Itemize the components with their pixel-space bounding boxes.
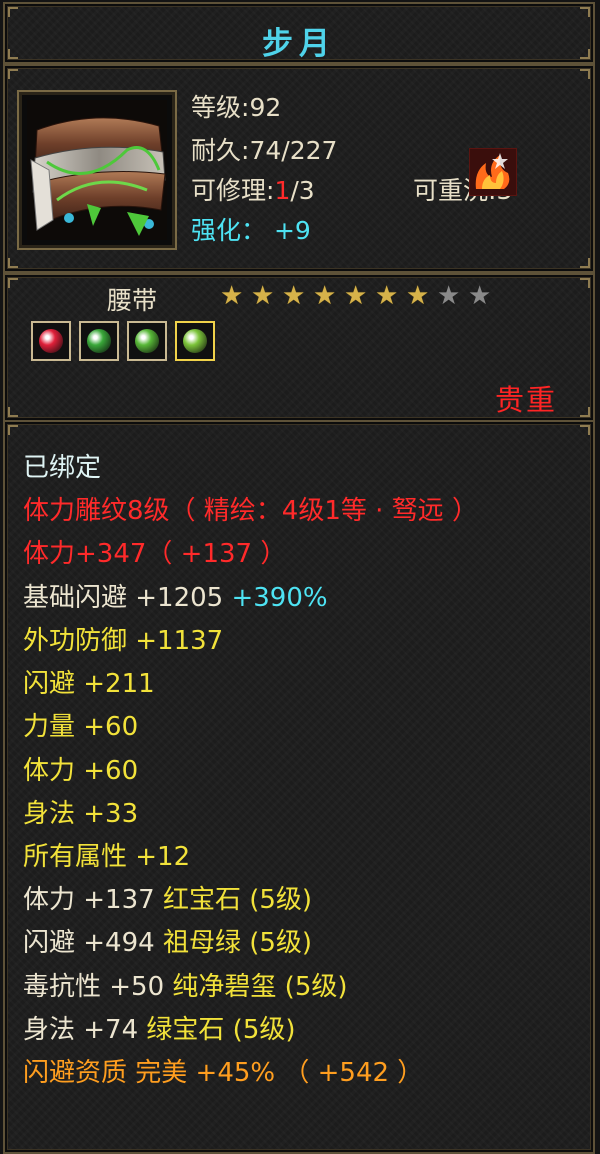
item-type: 腰带	[107, 286, 158, 315]
frame-corner	[580, 258, 590, 268]
attribute-panel: 已绑定 体力雕纹8级（ 精绘：4级1等 · 驽远 ） 体力+347（ +137 …	[3, 420, 595, 1154]
engrave-line: 体力雕纹8级（ 精绘：4级1等 · 驽远 ）	[23, 496, 478, 526]
gem-stat-name: 红宝石 (5级)	[162, 885, 313, 915]
item-type-panel: 腰带 ★ ★ ★ ★ ★ ★ ★ ★ ★ 贵重	[3, 273, 595, 422]
star-empty-icon: ★	[437, 281, 461, 311]
gem-stat-name: 祖母绿 (5级)	[162, 928, 313, 958]
durability-label: 耐久	[191, 136, 242, 165]
agility-line: 身法 +33	[23, 799, 139, 829]
gem-stat-value: 身法 +74	[23, 1015, 147, 1045]
frame-corner	[580, 69, 590, 79]
enhance-line: 强化： +9	[191, 211, 311, 247]
stamina-total-line: 体力+347（ +137 ）	[23, 539, 287, 569]
base-dodge-percent: +390%	[231, 583, 328, 613]
star-filled-icon: ★	[344, 281, 368, 311]
stamina-line: 体力 +60	[23, 756, 139, 786]
star-filled-icon: ★	[375, 281, 399, 311]
frame-corner	[580, 7, 590, 17]
gem-stat-line: 体力 +137 红宝石 (5级)	[23, 884, 312, 916]
quality-label: 贵重	[494, 383, 557, 417]
item-icon-frame[interactable]	[17, 90, 177, 250]
gem-slot[interactable]	[79, 321, 119, 361]
all-attributes-line: 所有属性 +12	[23, 842, 191, 872]
star-filled-icon: ★	[406, 281, 430, 311]
dodge-line: 闪避 +211	[23, 669, 155, 699]
outer-defense-line: 外功防御 +1137	[23, 626, 224, 656]
gem-stat-value: 毒抗性 +50	[23, 972, 173, 1002]
level-label: 等级	[191, 93, 242, 122]
frame-corner	[8, 258, 18, 268]
enhance-label: 强化：	[191, 216, 267, 245]
star-empty-icon: ★	[468, 281, 492, 311]
frame-corner	[580, 407, 590, 417]
repair-used: 1	[274, 176, 291, 205]
repair-total: /3	[290, 176, 315, 205]
frame-corner	[8, 69, 18, 79]
repair-line: 可修理:1/3	[191, 176, 315, 205]
gem-stat-line: 毒抗性 +50 纯净碧玺 (5级)	[23, 971, 348, 1003]
base-dodge-label: 基础闪避 +1205	[23, 583, 224, 613]
title-bar: 步月	[3, 2, 595, 64]
frame-corner	[8, 278, 18, 288]
level-value: 92	[249, 93, 282, 122]
star-filled-icon: ★	[282, 281, 306, 311]
gem-stat-name: 绿宝石 (5级)	[146, 1015, 296, 1045]
dodge-aptitude-line: 闪避资质 完美 +45% （ +542 ）	[23, 1058, 424, 1088]
repair-label: 可修理	[191, 176, 267, 205]
ruby-gem-icon	[39, 329, 63, 353]
frame-corner	[8, 425, 18, 435]
frame-corner	[8, 7, 18, 17]
gem-stat-line: 身法 +74 绿宝石 (5级)	[23, 1014, 296, 1046]
bound-status: 已绑定	[23, 453, 102, 483]
durability-value: 74/227	[249, 136, 338, 165]
enhance-value: +9	[273, 216, 311, 245]
frame-corner	[580, 278, 590, 288]
star-filled-icon: ★	[313, 281, 337, 311]
belt-icon	[27, 100, 167, 240]
emerald-gem-icon	[87, 329, 111, 353]
gem-stat-value: 闪避 +494	[23, 928, 163, 958]
gem-slot[interactable]	[31, 321, 71, 361]
gem-slot[interactable]	[127, 321, 167, 361]
durability-line: 耐久:74/227	[191, 136, 338, 165]
gem-stat-value: 体力 +137	[23, 885, 163, 915]
gem-stat-name: 纯净碧玺 (5级)	[172, 972, 348, 1002]
jade-gem-icon	[183, 329, 207, 353]
frame-corner	[8, 407, 18, 417]
star-filled-icon: ★	[251, 281, 275, 311]
item-name: 步月	[262, 26, 336, 62]
base-dodge-line: 基础闪避 +1205 +390%	[23, 582, 328, 614]
strength-line: 力量 +60	[23, 712, 139, 742]
star-filled-icon: ★	[220, 281, 244, 311]
gem-slot[interactable]	[175, 321, 215, 361]
frame-corner	[580, 425, 590, 435]
item-info-panel: 等级:92 耐久:74/227 可修理:1/3 可重洗:3 强化： +9	[3, 64, 595, 273]
emerald-gem-icon	[135, 329, 159, 353]
fire-talent-icon[interactable]	[469, 148, 517, 196]
gem-stat-line: 闪避 +494 祖母绿 (5级)	[23, 927, 312, 959]
level-line: 等级:92	[191, 93, 282, 122]
